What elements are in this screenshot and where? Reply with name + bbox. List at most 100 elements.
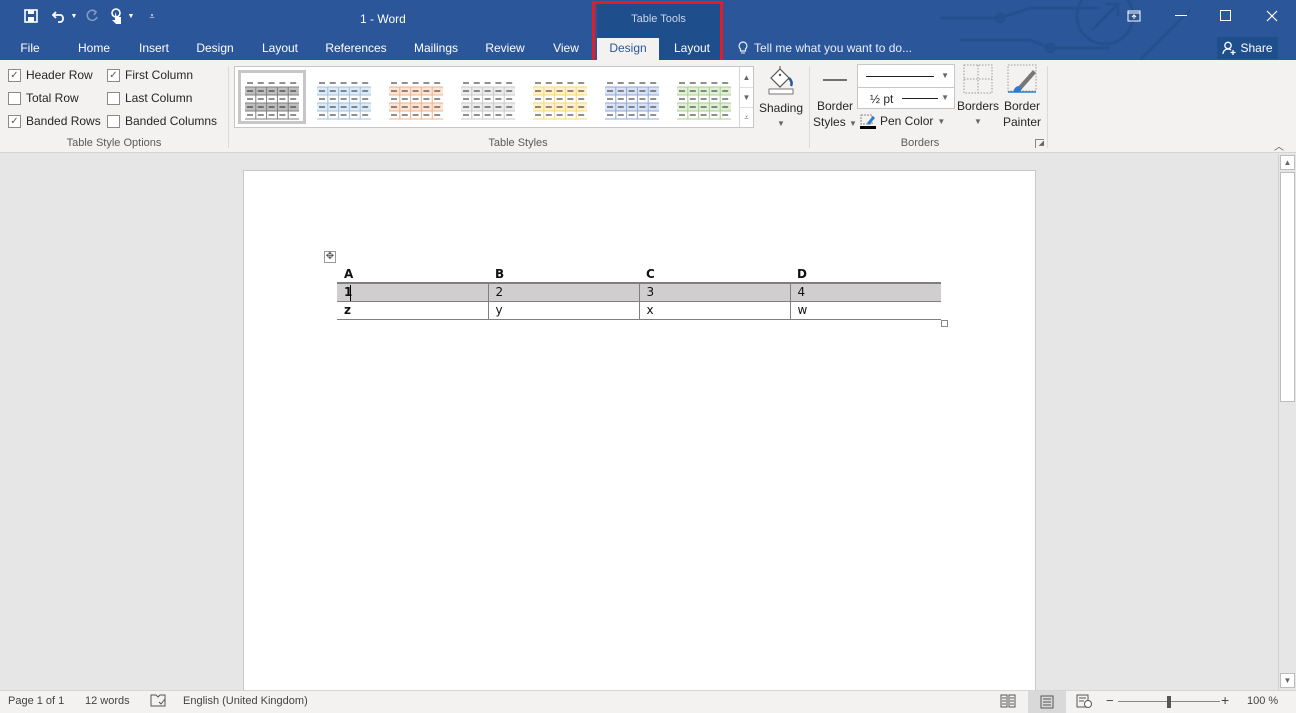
border-styles-label: Border	[816, 99, 854, 113]
tab-references[interactable]: References	[320, 38, 392, 60]
scrollbar-thumb[interactable]	[1280, 172, 1295, 402]
header-row-checkbox[interactable]: ✓ Header Row	[8, 67, 93, 83]
table-resize-handle[interactable]	[941, 320, 948, 327]
table-style-grid-blue-dark[interactable]	[598, 70, 666, 124]
tab-table-layout[interactable]: Layout	[664, 38, 720, 60]
zoom-out-button[interactable]: −	[1106, 693, 1114, 708]
table-style-grid-orange[interactable]	[382, 70, 450, 124]
line-weight-dropdown[interactable]: ½ pt ▼	[857, 87, 955, 109]
tab-mailings[interactable]: Mailings	[405, 38, 467, 60]
undo-dropdown-icon[interactable]: ▼	[70, 13, 78, 20]
scroll-down-button[interactable]: ▼	[1280, 673, 1295, 688]
border-styles-button[interactable]: Border Styles ▼	[812, 64, 858, 132]
word-count[interactable]: 12 words	[85, 695, 130, 707]
document-table[interactable]: A B C D 1 2 3 4 z y x w	[337, 265, 941, 320]
table-cell[interactable]: z	[337, 301, 488, 320]
borders-dialog-launcher-icon[interactable]: ◢	[1035, 139, 1044, 148]
table-header-cell[interactable]: A	[337, 265, 488, 284]
border-painter-button[interactable]: Border Painter	[1000, 64, 1044, 130]
border-painter-label-2: Painter	[1002, 115, 1042, 129]
header-row-label: Header Row	[26, 68, 93, 82]
page-count[interactable]: Page 1 of 1	[8, 695, 64, 707]
table-move-handle-icon[interactable]: ✥	[324, 251, 336, 263]
collapse-ribbon-icon[interactable]: ︿	[1274, 138, 1284, 153]
chevron-down-icon: ▼	[849, 119, 857, 128]
border-painter-icon	[1007, 64, 1037, 93]
vertical-scrollbar[interactable]: ▲ ▼	[1278, 154, 1296, 690]
checkbox-checked: ✓	[8, 114, 21, 128]
save-icon[interactable]	[20, 9, 42, 23]
banded-rows-label: Banded Rows	[26, 114, 101, 128]
gallery-more-button[interactable]: ⩡	[739, 107, 753, 127]
ribbon-display-options-button[interactable]	[1119, 6, 1149, 26]
border-styles-label-2: Styles	[813, 115, 846, 129]
total-row-checkbox[interactable]: Total Row	[8, 90, 79, 106]
table-style-grid-gray[interactable]	[238, 70, 306, 124]
zoom-level[interactable]: 100 %	[1247, 695, 1278, 707]
table-cell[interactable]: x	[638, 301, 790, 320]
table-header-cell[interactable]: D	[790, 265, 941, 284]
tab-insert[interactable]: Insert	[130, 38, 178, 60]
undo-icon[interactable]	[50, 9, 70, 23]
table-cell[interactable]: 1	[337, 283, 488, 302]
table-header-cell[interactable]: B	[488, 265, 639, 284]
tab-home[interactable]: Home	[70, 38, 118, 60]
table-header-cell[interactable]: C	[639, 265, 790, 284]
table-cell[interactable]: 4	[789, 283, 941, 302]
ribbon-tabs: File Home Insert Design Layout Reference…	[0, 38, 1296, 60]
zoom-slider-thumb[interactable]	[1167, 696, 1171, 708]
tab-file[interactable]: File	[10, 38, 50, 60]
minimize-button[interactable]	[1166, 6, 1196, 26]
document-page[interactable]	[243, 170, 1036, 710]
read-mode-icon[interactable]	[1000, 694, 1016, 711]
gallery-scroll-down-button[interactable]: ▼	[739, 87, 753, 107]
table-styles-group-label: Table Styles	[488, 137, 548, 149]
first-column-checkbox[interactable]: ✓ First Column	[107, 67, 193, 83]
touch-mode-icon[interactable]	[106, 8, 126, 24]
table-style-grid-green[interactable]	[670, 70, 738, 124]
language[interactable]: English (United Kingdom)	[183, 695, 308, 707]
banded-rows-checkbox[interactable]: ✓ Banded Rows	[8, 113, 101, 129]
table-cell[interactable]: y	[487, 301, 639, 320]
web-layout-icon[interactable]	[1076, 694, 1092, 711]
table-cell[interactable]: w	[789, 301, 941, 320]
chevron-down-icon: ▼	[777, 119, 785, 128]
shading-button[interactable]: Shading ▼	[756, 64, 806, 132]
tab-review[interactable]: Review	[480, 38, 530, 60]
tab-layout[interactable]: Layout	[255, 38, 305, 60]
table-header-row: A B C D	[337, 265, 941, 284]
borders-group-label: Borders	[900, 137, 940, 149]
share-button[interactable]: Share	[1217, 37, 1278, 59]
table-cell[interactable]: 2	[487, 283, 639, 302]
tab-design[interactable]: Design	[190, 38, 240, 60]
tab-view[interactable]: View	[545, 38, 587, 60]
checkbox-checked: ✓	[107, 68, 120, 82]
proofing-icon[interactable]	[150, 694, 166, 711]
table-style-grid-blue[interactable]	[310, 70, 378, 124]
last-column-checkbox[interactable]: Last Column	[107, 90, 192, 106]
borders-button[interactable]: Borders ▼	[957, 64, 999, 130]
scroll-up-button[interactable]: ▲	[1280, 155, 1295, 170]
tab-table-design[interactable]: Design	[597, 38, 659, 60]
print-layout-button[interactable]	[1028, 691, 1066, 713]
gallery-scroll-up-button[interactable]: ▲	[739, 67, 753, 87]
banded-columns-checkbox[interactable]: Banded Columns	[107, 113, 217, 129]
customize-qat-icon[interactable]: ⩡	[144, 11, 160, 22]
close-button[interactable]	[1257, 6, 1287, 26]
checkbox-unchecked	[107, 114, 120, 128]
table-cell[interactable]: 3	[638, 283, 790, 302]
touch-mode-dropdown-icon[interactable]: ▼	[126, 13, 136, 20]
zoom-in-button[interactable]: +	[1221, 692, 1229, 708]
total-row-label: Total Row	[26, 91, 79, 105]
table-style-grid-gold[interactable]	[526, 70, 594, 124]
pen-color-button[interactable]: Pen Color ▼	[860, 112, 945, 130]
tell-me-search[interactable]: Tell me what you want to do...	[738, 38, 912, 58]
maximize-button[interactable]	[1211, 6, 1241, 26]
paint-bucket-icon	[768, 66, 794, 95]
banded-columns-label: Banded Columns	[125, 114, 218, 128]
borders-label: Borders	[957, 99, 1000, 113]
table-style-grid-gray-light[interactable]	[454, 70, 522, 124]
pen-color-label: Pen Color	[880, 114, 934, 128]
line-style-dropdown[interactable]: ▼	[857, 64, 955, 88]
text-cursor	[350, 285, 351, 301]
